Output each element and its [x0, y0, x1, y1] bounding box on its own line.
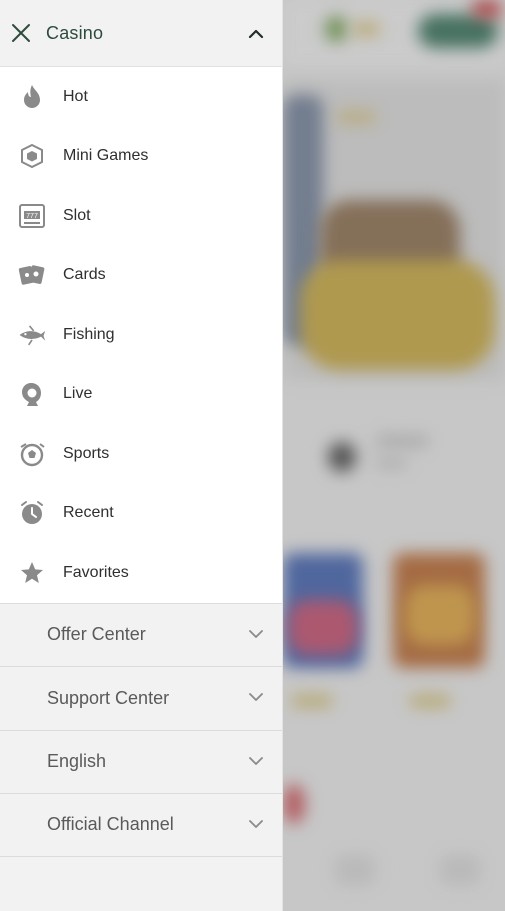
- chevron-down-icon: [249, 693, 263, 701]
- chevron-down-icon: [249, 629, 263, 638]
- menu-item-live[interactable]: Live: [0, 365, 282, 425]
- section-official-channel[interactable]: Official Channel: [0, 793, 282, 857]
- menu-item-label: Favorites: [63, 563, 129, 581]
- svg-text:777: 777: [26, 213, 38, 220]
- dealer-icon: [18, 380, 46, 408]
- menu-item-label: Live: [63, 385, 93, 403]
- menu-item-slot[interactable]: 777 Slot: [0, 186, 282, 246]
- section-label: Offer Center: [47, 624, 146, 645]
- menu-item-label: Mini Games: [63, 147, 149, 165]
- section-label: Support Center: [47, 687, 170, 708]
- section-label: English: [47, 751, 107, 772]
- menu-item-label: Slot: [63, 206, 91, 224]
- fish-icon: [18, 321, 46, 349]
- menu-item-label: Hot: [63, 87, 88, 105]
- star-icon: [18, 559, 46, 587]
- menu-item-label: Cards: [63, 266, 106, 284]
- clock-icon: [18, 499, 46, 527]
- menu-item-fishing[interactable]: Fishing: [0, 305, 282, 365]
- drawer-backdrop[interactable]: [283, 0, 505, 911]
- menu-item-cards[interactable]: Cards: [0, 246, 282, 306]
- menu-item-label: Recent: [63, 504, 114, 522]
- chevron-up-icon[interactable]: [246, 24, 266, 44]
- chevron-down-icon: [249, 756, 263, 765]
- menu-item-sports[interactable]: Sports: [0, 424, 282, 484]
- section-label: Official Channel: [47, 814, 174, 835]
- slot-machine-icon: 777: [18, 202, 46, 230]
- menu-item-mini-games[interactable]: Mini Games: [0, 127, 282, 187]
- menu-item-hot[interactable]: Hot: [0, 67, 282, 127]
- section-language[interactable]: English: [0, 729, 282, 793]
- chevron-down-icon: [249, 820, 263, 828]
- menu-item-label: Fishing: [63, 325, 115, 343]
- drawer-title: Casino: [46, 22, 104, 43]
- cube-icon: [18, 142, 46, 170]
- menu-item-recent[interactable]: Recent: [0, 484, 282, 544]
- section-offer-center[interactable]: Offer Center: [0, 602, 282, 666]
- soccer-ball-icon: [18, 440, 46, 468]
- flame-icon: [18, 83, 46, 111]
- menu-item-favorites[interactable]: Favorites: [0, 543, 282, 603]
- casino-menu: Hot Mini Games 777 Slot Cards Fishing Li…: [0, 67, 282, 603]
- section-support-center[interactable]: Support Center: [0, 666, 282, 730]
- side-drawer: Casino Hot Mini Games 777 Slot Cards Fis…: [0, 0, 283, 911]
- menu-item-label: Sports: [63, 444, 110, 462]
- drawer-header[interactable]: Casino: [0, 0, 282, 67]
- cards-icon: [18, 261, 46, 289]
- close-icon: [12, 24, 30, 42]
- close-button[interactable]: [10, 22, 32, 44]
